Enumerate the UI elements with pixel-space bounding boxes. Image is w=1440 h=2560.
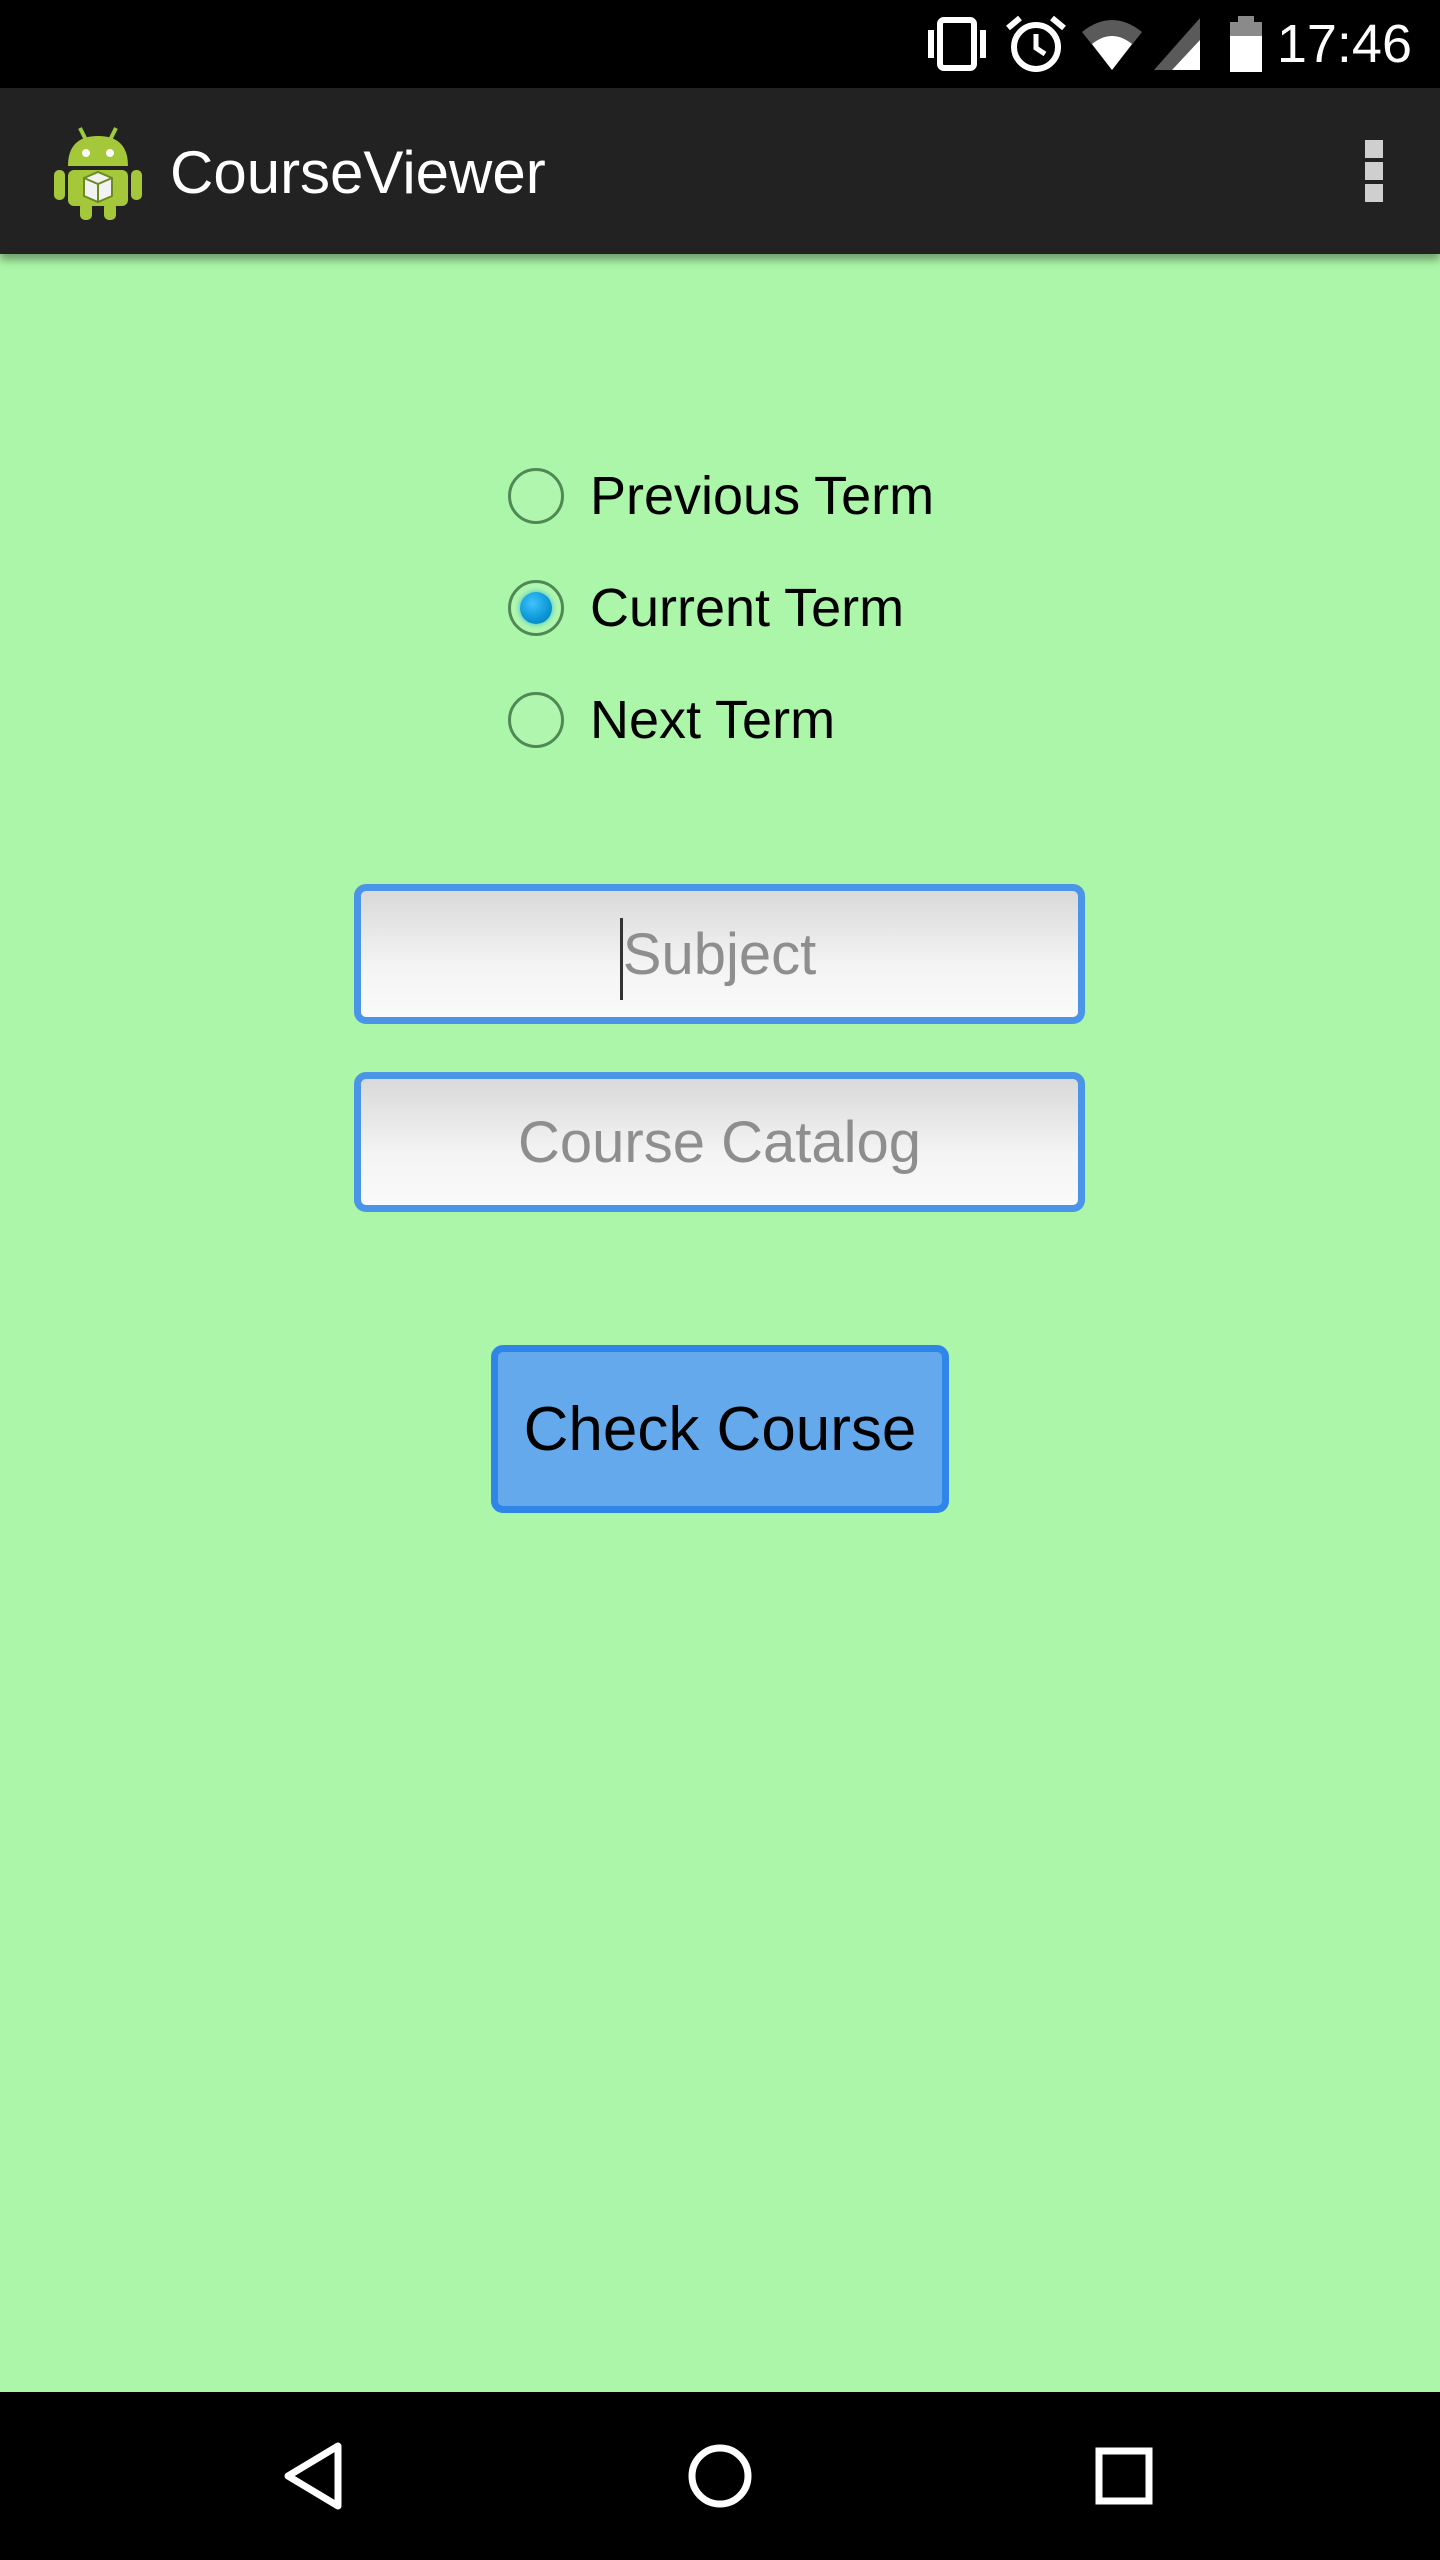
cell-signal-icon: [1154, 18, 1200, 70]
wifi-icon: [1082, 20, 1142, 70]
radio-previous-term[interactable]: Previous Term: [508, 440, 1108, 552]
navigation-bar: [0, 2392, 1440, 2560]
radio-current-term[interactable]: Current Term: [508, 552, 1108, 664]
alarm-icon: [1006, 15, 1066, 72]
overflow-dot: [1365, 162, 1383, 180]
overflow-dot: [1365, 140, 1383, 158]
back-icon[interactable]: [266, 2426, 366, 2526]
overflow-menu-icon[interactable]: [1324, 116, 1424, 226]
radio-next-term[interactable]: Next Term: [508, 664, 1108, 776]
action-bar: CourseViewer: [0, 88, 1440, 254]
status-time: 17:46: [1276, 14, 1412, 74]
radio-label: Previous Term: [590, 466, 935, 526]
term-radio-group: Previous Term Current Term Next Term: [508, 440, 1108, 776]
subject-input[interactable]: [361, 891, 1078, 1017]
radio-button-unchecked[interactable]: [508, 692, 564, 748]
check-course-button[interactable]: Check Course: [491, 1345, 949, 1513]
subject-field-frame: [354, 884, 1085, 1024]
app-title: CourseViewer: [170, 139, 546, 206]
home-icon[interactable]: [670, 2426, 770, 2526]
radio-label: Next Term: [590, 690, 836, 750]
android-robot-icon: [54, 127, 142, 220]
course-catalog-field-frame: [354, 1072, 1085, 1212]
overflow-dot: [1365, 184, 1383, 202]
status-bar: 17:46: [0, 0, 1440, 88]
radio-button-unchecked[interactable]: [508, 468, 564, 524]
recents-icon[interactable]: [1074, 2426, 1174, 2526]
radio-label: Current Term: [590, 578, 905, 638]
text-cursor: [620, 918, 623, 1000]
course-catalog-input[interactable]: [361, 1079, 1078, 1205]
radio-button-checked[interactable]: [508, 580, 564, 636]
battery-icon: [1230, 16, 1262, 72]
vibrate-icon: [928, 17, 986, 71]
